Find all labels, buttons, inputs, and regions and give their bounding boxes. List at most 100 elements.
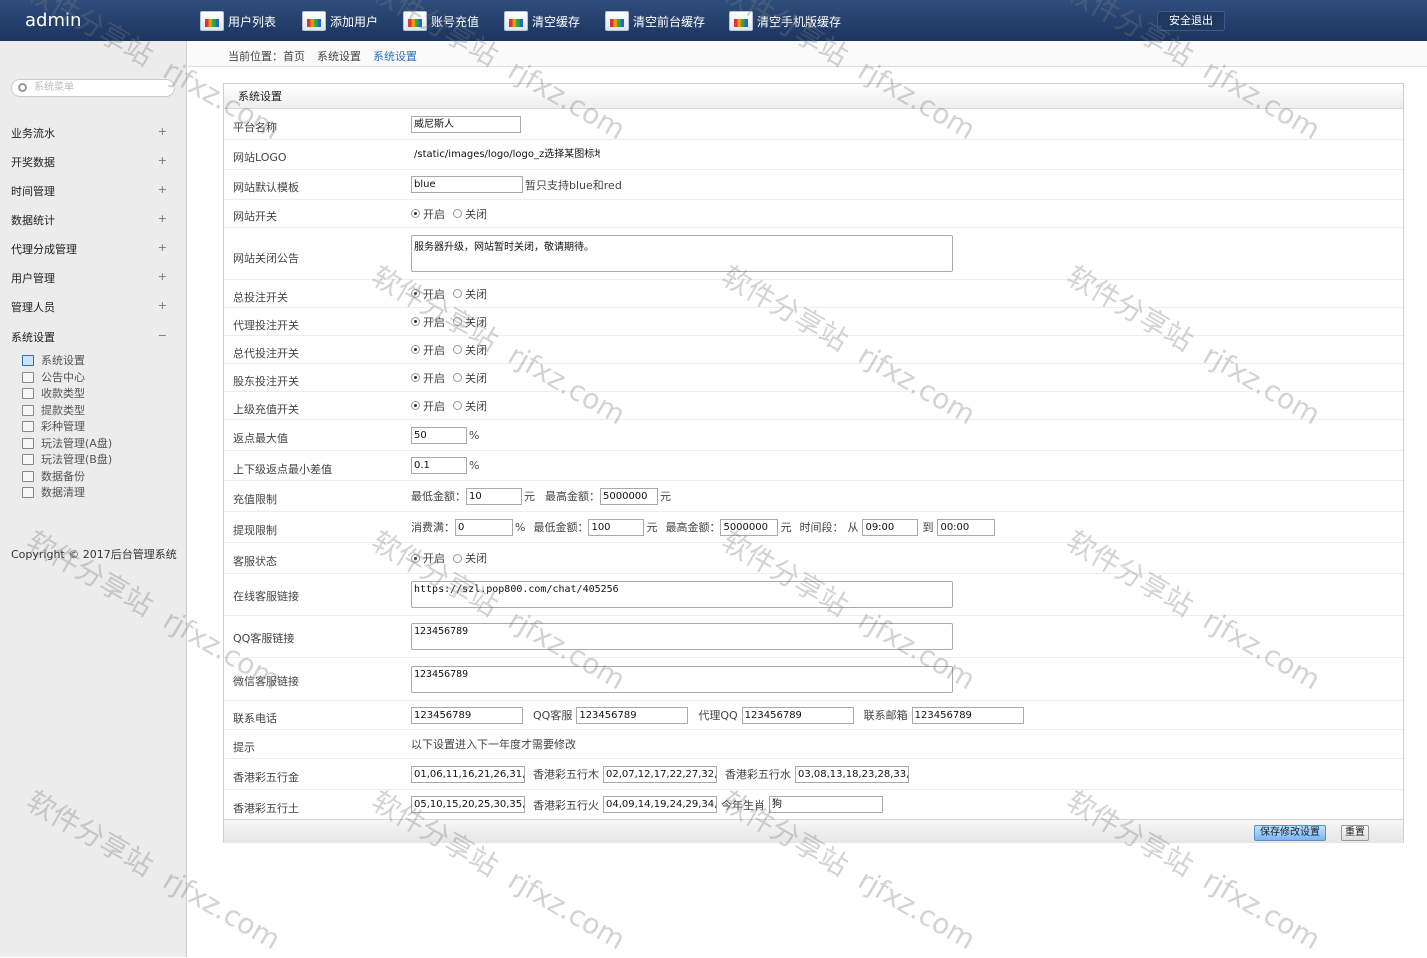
field-label: 网站开关 (233, 210, 277, 223)
menu-lottery-data[interactable]: 开奖数据 + (11, 154, 167, 170)
submenu-play-b[interactable]: 玩法管理(B盘) (22, 451, 112, 467)
nav-label: 添加用户 (330, 14, 379, 29)
consume-input[interactable]: 0 (455, 518, 513, 536)
row-contact: 联系电话 123456789 QQ客服 123456789 代理QQ 123456789… (224, 701, 1403, 730)
breadcrumb-prefix: 当前位置： (228, 50, 283, 63)
online-cs-textarea[interactable]: https://szl.pop800.com/chat/405256 (411, 581, 953, 608)
zodiac-input[interactable]: 狗 (769, 796, 883, 813)
field-label: 总代投注开关 (233, 347, 299, 360)
email-input[interactable]: 123456789 (911, 706, 1024, 724)
nav-label: 清空前台缓存 (633, 14, 706, 29)
phone-input[interactable]: 123456789 (411, 706, 523, 724)
field-label: 网站LOGO (233, 151, 287, 164)
submenu-notices[interactable]: 公告中心 (22, 369, 85, 385)
breadcrumb-home[interactable]: 首页 (283, 50, 305, 63)
chart-icon (302, 11, 326, 31)
submenu-lottery-types[interactable]: 彩种管理 (22, 418, 85, 434)
tip-text: 以下设置进入下一年度才需要修改 (411, 738, 576, 751)
shareholder-bet-off[interactable]: 关闭 (453, 370, 487, 386)
menu-label: 时间管理 (11, 185, 55, 198)
unit-label: 元 (660, 490, 671, 503)
submenu-withdraw-types[interactable]: 提款类型 (22, 402, 85, 418)
recharge-min-input[interactable]: 10 (466, 487, 522, 505)
field-label: 提现限制 (233, 524, 277, 537)
upper-recharge-off[interactable]: 关闭 (453, 398, 487, 414)
menu-agent-commission[interactable]: 代理分成管理 + (11, 241, 167, 257)
bet-switch-on[interactable]: 开启 (411, 286, 445, 302)
time-from-input[interactable]: 09:00 (862, 518, 919, 536)
qq-cs-textarea[interactable]: 123456789 (411, 623, 953, 650)
consume-label: 消费满： (411, 521, 455, 534)
zodiac-label: 今年生肖 (721, 798, 765, 812)
field-label: 代理投注开关 (233, 319, 299, 332)
qq-label: QQ客服 (533, 709, 573, 722)
cs-status-off[interactable]: 关闭 (453, 550, 487, 566)
logout-button[interactable]: 安全退出 (1157, 11, 1225, 31)
menu-system-settings[interactable]: 系统设置 − (11, 329, 167, 345)
submenu-backup[interactable]: 数据备份 (22, 468, 85, 484)
radio-label: 关闭 (465, 287, 487, 301)
nav-user-list[interactable]: 用户列表 (200, 10, 276, 32)
wx-gold-input[interactable]: 01,06,11,16,21,26,31,36,4 (411, 765, 525, 783)
radio-label: 关闭 (465, 399, 487, 413)
menu-admins[interactable]: 管理人员 + (11, 299, 167, 315)
site-switch-on[interactable]: 开启 (411, 206, 445, 222)
nav-clear-mobile-cache[interactable]: 清空手机版缓存 (729, 10, 841, 32)
submenu-play-a[interactable]: 玩法管理(A盘) (22, 435, 112, 451)
reset-button[interactable]: 重置 (1341, 825, 1369, 841)
menu-time-management[interactable]: 时间管理 + (11, 183, 167, 199)
row-rebate-min-diff: 上下级返点最小差值 0.1% (224, 451, 1403, 481)
submenu-label: 提款类型 (41, 404, 85, 417)
submenu-label: 收款类型 (41, 387, 85, 400)
shareholder-bet-on[interactable]: 开启 (411, 370, 445, 386)
general-agent-bet-on[interactable]: 开启 (411, 342, 445, 358)
rebate-min-diff-input[interactable]: 0.1 (411, 457, 467, 474)
logo-input[interactable]: /static/images/logo/logo_z选择某图标地址 (411, 146, 601, 163)
nav-clear-front-cache[interactable]: 清空前台缓存 (605, 10, 705, 32)
submenu-payment-types[interactable]: 收款类型 (22, 385, 85, 401)
refresh-icon (22, 387, 34, 399)
minus-icon: − (157, 329, 167, 342)
recharge-max-input[interactable]: 5000000 (600, 487, 658, 505)
menu-business-flow[interactable]: 业务流水 + (11, 125, 167, 141)
nav-clear-cache[interactable]: 清空缓存 (504, 10, 580, 32)
radio-icon (411, 345, 420, 354)
wx-wood-input[interactable]: 02,07,12,17,22,27,32,37,4 (603, 765, 717, 783)
plus-icon: + (157, 212, 167, 225)
nav-add-user[interactable]: 添加用户 (302, 10, 378, 32)
cs-status-on[interactable]: 开启 (411, 550, 445, 566)
withdraw-min-input[interactable]: 100 (588, 518, 645, 536)
agent-bet-off[interactable]: 关闭 (453, 314, 487, 330)
submenu-label: 玩法管理(B盘) (41, 453, 113, 466)
general-agent-bet-off[interactable]: 关闭 (453, 342, 487, 358)
wx-water-input[interactable]: 03,08,13,18,23,28,33,38,4 (795, 765, 909, 783)
withdraw-max-input[interactable]: 5000000 (720, 518, 779, 536)
platform-name-input[interactable]: 威尼斯人 (411, 116, 521, 133)
submenu-label: 系统设置 (41, 354, 85, 367)
search-input[interactable]: 系统菜单 (11, 79, 175, 97)
submenu-cleanup[interactable]: 数据清理 (22, 484, 85, 500)
menu-statistics[interactable]: 数据统计 + (11, 212, 167, 228)
time-to-input[interactable]: 00:00 (937, 518, 996, 536)
wx-fire-input[interactable]: 04,09,14,19,24,29,34,39,4 (603, 796, 717, 813)
agent-qq-input[interactable]: 123456789 (741, 706, 854, 724)
agent-bet-on[interactable]: 开启 (411, 314, 445, 330)
menu-user-management[interactable]: 用户管理 + (11, 270, 167, 286)
rebate-max-input[interactable]: 50 (411, 426, 467, 444)
copyright: Copyright © 2017后台管理系统 (11, 548, 177, 561)
wechat-cs-textarea[interactable]: 123456789 (411, 665, 953, 693)
menu-label: 数据统计 (11, 214, 55, 227)
field-label: 返点最大值 (233, 432, 288, 445)
radio-label: 开启 (423, 552, 445, 565)
wx-earth-input[interactable]: 05,10,15,20,25,30,35,40,4 (411, 796, 525, 813)
qq-input[interactable]: 123456789 (576, 706, 689, 724)
close-notice-textarea[interactable]: 服务器升级，网站暂时关闭，敬请期待。 (411, 235, 953, 272)
nav-recharge[interactable]: 账号充值 (403, 10, 479, 32)
submenu-system-settings[interactable]: 系统设置 (22, 352, 85, 368)
site-switch-off[interactable]: 关闭 (453, 206, 487, 222)
style-input[interactable]: blue (411, 176, 523, 193)
bet-switch-off[interactable]: 关闭 (453, 286, 487, 302)
upper-recharge-on[interactable]: 开启 (411, 398, 445, 414)
save-settings-button[interactable]: 保存修改设置 (1254, 825, 1326, 841)
breadcrumb-system[interactable]: 系统设置 (317, 50, 361, 63)
